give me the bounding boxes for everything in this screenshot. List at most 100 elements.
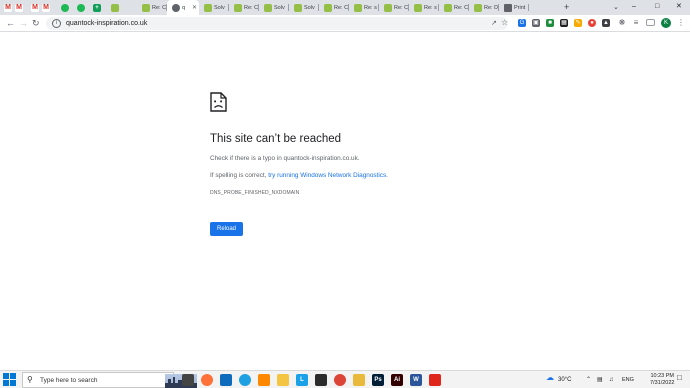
folder-icon: [504, 3, 512, 12]
tab-title[interactable]: Re: s: [424, 5, 439, 11]
chrome-menu-icon[interactable]: ⋮: [677, 18, 685, 28]
firefox-icon[interactable]: [201, 374, 213, 386]
address-url[interactable]: quantock-inspiration.co.uk: [66, 19, 147, 28]
extension-screenshot-icon[interactable]: ▣: [532, 19, 540, 27]
sad-page-icon: [210, 92, 227, 112]
browser-tab[interactable]: Solv: [199, 0, 229, 15]
taskbar-search-box[interactable]: ⚲ Type here to search: [22, 372, 197, 388]
tab-title[interactable]: Solv: [304, 5, 319, 11]
tab-title[interactable]: Re: s: [364, 5, 379, 11]
tab-title[interactable]: Print: [514, 5, 529, 11]
tab-search-chevron-icon[interactable]: ⌄: [613, 3, 619, 11]
weather-temperature[interactable]: 30°C: [558, 376, 571, 384]
notifications-icon[interactable]: □: [677, 374, 682, 382]
mail-icon[interactable]: [220, 374, 232, 386]
browser-tab[interactable]: Re: C: [229, 0, 259, 15]
address-bar[interactable]: i quantock-inspiration.co.uk ↗: [46, 17, 508, 30]
volume-icon[interactable]: ♫: [609, 376, 614, 384]
browser-window: M M M M + Re: Cq ✕ Solv Re: C Solv Solv Re: C Re: sR…: [0, 0, 690, 388]
extension-tag-icon[interactable]: ▲: [602, 19, 610, 27]
bookmark-star-icon[interactable]: ☆: [501, 18, 508, 28]
tab-title[interactable]: Re: C: [394, 5, 409, 11]
tab-title[interactable]: q: [182, 5, 192, 11]
browser-tab[interactable]: Re: C: [137, 0, 167, 15]
back-arrow-icon[interactable]: ←: [6, 18, 15, 28]
forward-arrow-icon[interactable]: →: [19, 18, 28, 28]
shopify-icon: [264, 3, 272, 12]
maximize-icon[interactable]: □: [655, 2, 659, 12]
weather-icon[interactable]: ☁: [546, 374, 554, 382]
browser-tab[interactable]: Re: s: [409, 0, 439, 15]
browser-tab[interactable]: M: [14, 0, 29, 15]
extension-circle-icon[interactable]: ●: [588, 19, 596, 27]
tab-title[interactable]: Re: C: [244, 5, 259, 11]
tab-title[interactable]: Solv: [274, 5, 289, 11]
tab-title[interactable]: Re: C: [454, 5, 469, 11]
profile-avatar[interactable]: K: [661, 18, 671, 28]
file-explorer-icon[interactable]: [277, 374, 289, 386]
browser-tab[interactable]: Re: D: [469, 0, 499, 15]
taskbar-search-placeholder[interactable]: Type here to search: [40, 377, 97, 384]
extension-sheet-icon[interactable]: ▦: [560, 19, 568, 27]
browser-tab[interactable]: [110, 0, 137, 15]
plus-icon: +: [93, 3, 101, 12]
tab-title[interactable]: Re: C: [334, 5, 349, 11]
new-tab-plus-icon[interactable]: +: [564, 2, 569, 12]
edge-icon[interactable]: [239, 374, 251, 386]
show-hidden-icons-icon[interactable]: ⌃: [586, 376, 591, 384]
reload-button[interactable]: Reload: [210, 222, 243, 236]
gmail-icon: M: [42, 3, 50, 12]
folder-icon[interactable]: [353, 374, 365, 386]
share-icon[interactable]: ↗: [491, 19, 497, 27]
input-language[interactable]: ENG: [622, 376, 634, 384]
side-panel-icon[interactable]: [646, 19, 655, 26]
site-info-icon[interactable]: i: [52, 19, 61, 28]
browser-tab[interactable]: M: [30, 0, 41, 15]
network-icon[interactable]: ▤: [597, 376, 603, 384]
minimize-icon[interactable]: –: [632, 2, 636, 12]
task-view-icon[interactable]: [182, 374, 194, 386]
lightshot-icon[interactable]: L: [296, 374, 308, 386]
shopify-icon: [204, 3, 212, 12]
browser-tab[interactable]: q ✕: [167, 0, 199, 15]
extension-pencil-icon[interactable]: ✎: [574, 19, 582, 27]
clock-time: 10:23 PM: [650, 373, 674, 379]
close-window-icon[interactable]: ✕: [676, 2, 682, 12]
browser-tab[interactable]: Re: C: [439, 0, 469, 15]
photoshop-icon[interactable]: Ps: [372, 374, 384, 386]
search-icon: ⚲: [27, 375, 33, 384]
reload-icon[interactable]: ↻: [32, 18, 40, 28]
browser-tab[interactable]: Print: [499, 0, 529, 15]
browser-tab[interactable]: +: [92, 0, 110, 15]
shopify-icon: [324, 3, 332, 12]
extension-adblock-icon[interactable]: ■: [546, 19, 554, 27]
browser-tab[interactable]: [76, 0, 92, 15]
browser-tab[interactable]: Solv: [289, 0, 319, 15]
extension-grammar-icon[interactable]: G: [518, 19, 526, 27]
terminal-icon[interactable]: [315, 374, 327, 386]
taskbar-clock[interactable]: 10:23 PM 7/31/2022: [650, 373, 674, 387]
windows-start-icon[interactable]: [3, 373, 17, 387]
browser-tab[interactable]: M: [41, 0, 60, 15]
browser-tab[interactable]: [60, 0, 76, 15]
app-icon[interactable]: [429, 374, 441, 386]
gmail-icon: M: [31, 3, 39, 12]
tab-close-icon[interactable]: ✕: [192, 4, 197, 11]
extensions-puzzle-icon[interactable]: ❋: [618, 19, 626, 27]
browser-tab[interactable]: Re: C: [379, 0, 409, 15]
globe-icon: [172, 3, 180, 12]
browser-tab[interactable]: Re: C: [319, 0, 349, 15]
spotify-icon: [61, 3, 69, 12]
reading-list-icon[interactable]: ≡: [632, 19, 640, 27]
browser-tab[interactable]: Re: s: [349, 0, 379, 15]
network-diagnostics-link[interactable]: try running Windows Network Diagnostics: [268, 172, 386, 179]
tab-title[interactable]: Re: D: [484, 5, 499, 11]
tab-title[interactable]: Solv: [214, 5, 229, 11]
vlc-icon[interactable]: [258, 374, 270, 386]
chrome-icon[interactable]: [334, 374, 346, 386]
word-icon[interactable]: W: [410, 374, 422, 386]
browser-tab[interactable]: M: [3, 0, 13, 15]
tab-title[interactable]: Re: C: [152, 5, 167, 11]
browser-tab[interactable]: Solv: [259, 0, 289, 15]
illustrator-icon[interactable]: Ai: [391, 374, 403, 386]
